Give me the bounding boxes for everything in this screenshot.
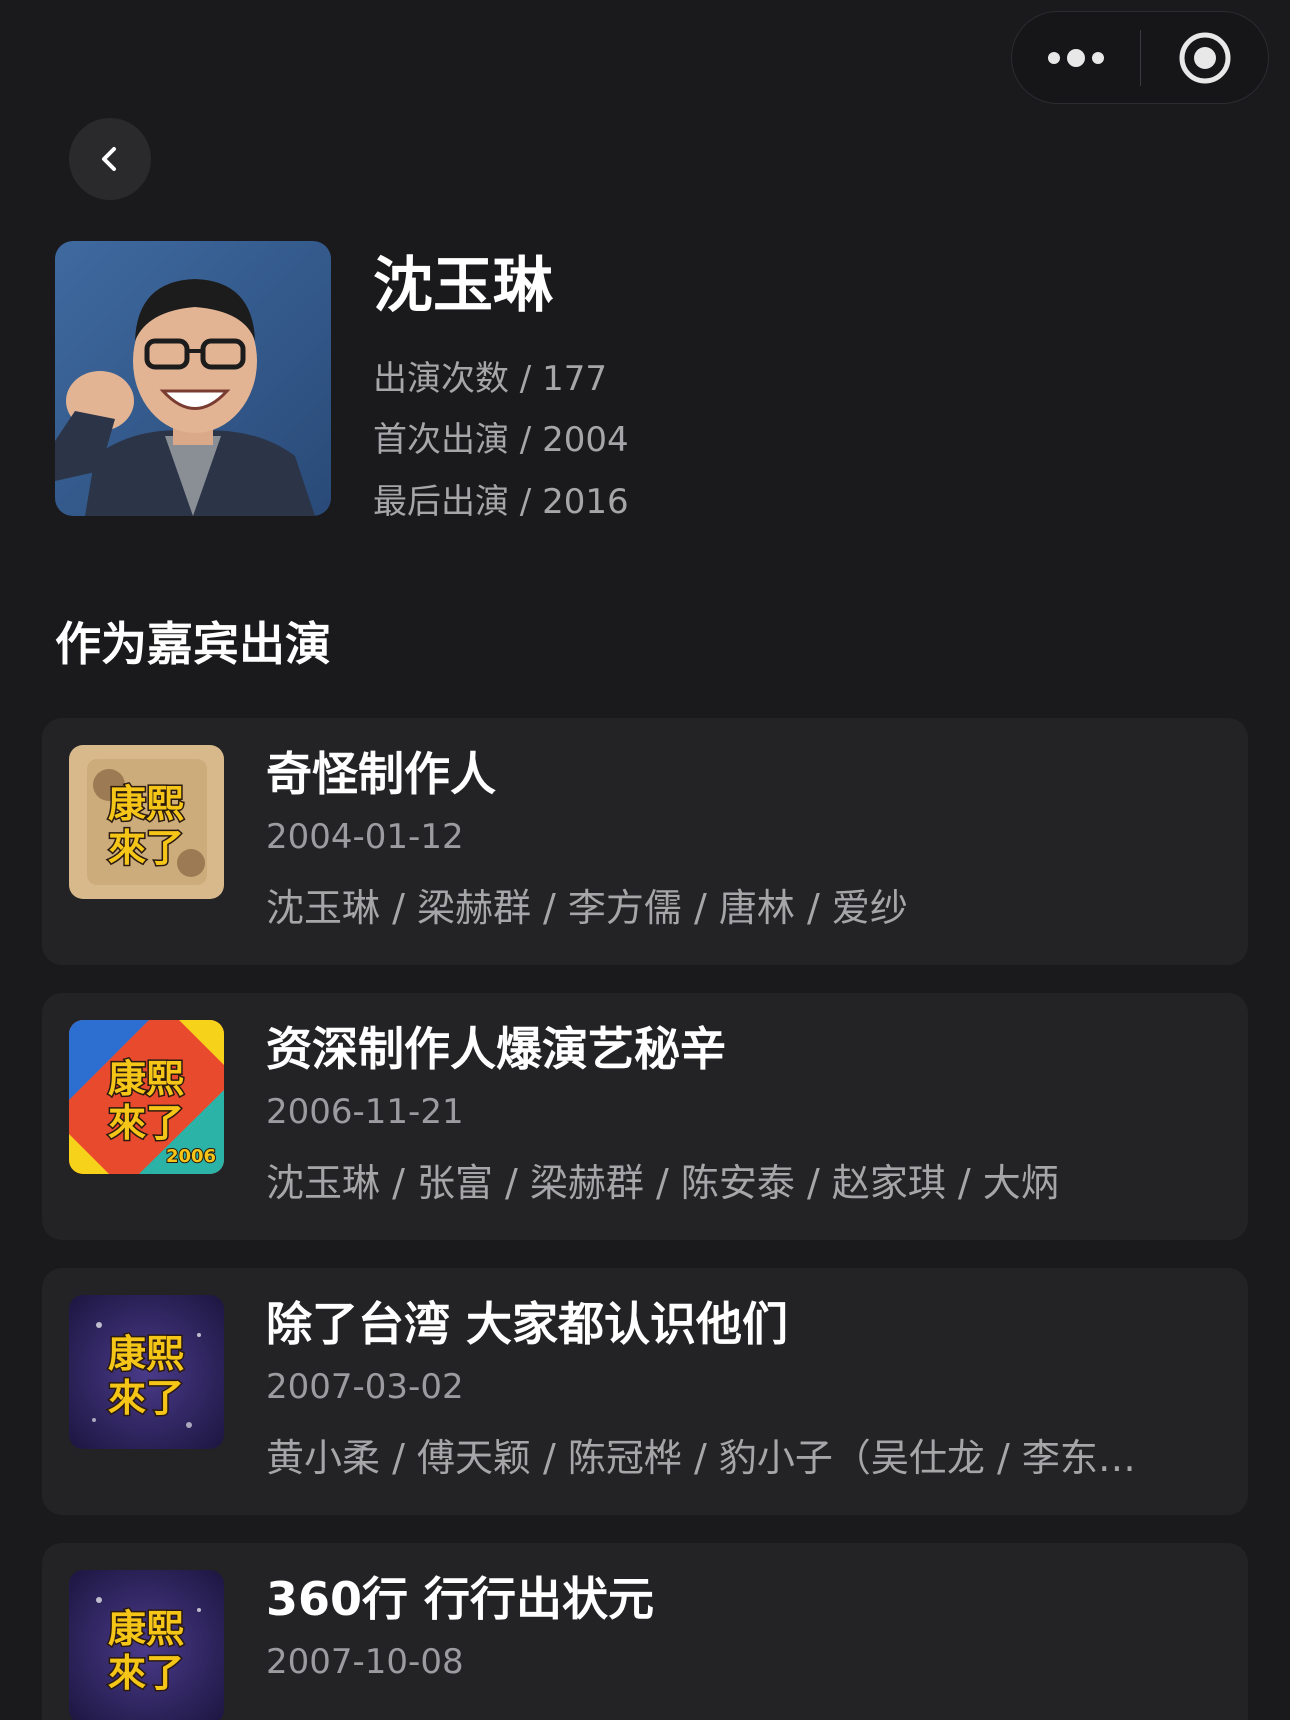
- logo-top-text: 康熙: [108, 1607, 184, 1651]
- mini-program-capsule: [1011, 11, 1269, 104]
- episode-cast: 沈玉琳 / 梁赫群 / 李方儒 / 唐林 / 爱纱: [266, 886, 908, 930]
- close-button[interactable]: [1141, 12, 1268, 103]
- section-title: 作为嘉宾出演: [55, 617, 331, 671]
- episode-card[interactable]: 康熙 來了 2006 资深制作人爆演艺秘辛 2006-11-21 沈玉琳 / 张…: [42, 993, 1248, 1240]
- episode-card[interactable]: 康熙 來了 除了台湾 大家都认识他们 2007-03-02 黄小柔 / 傅天颖 …: [42, 1268, 1248, 1515]
- logo-top-text: 康熙: [108, 1057, 184, 1101]
- logo-top-text: 康熙: [108, 1332, 184, 1376]
- episode-title: 除了台湾 大家都认识他们: [266, 1297, 789, 1351]
- episode-date: 2007-10-08: [266, 1642, 464, 1682]
- appearance-count: 出演次数 / 177: [373, 359, 607, 399]
- logo-bottom-text: 來了: [108, 1376, 184, 1420]
- target-close-icon: [1179, 32, 1230, 83]
- episode-title: 360行 行行出状元: [266, 1572, 655, 1626]
- actor-avatar: [55, 241, 331, 516]
- actor-name: 沈玉琳: [373, 251, 553, 321]
- episode-date: 2006-11-21: [266, 1092, 464, 1132]
- more-button[interactable]: [1012, 12, 1140, 103]
- last-appearance: 最后出演 / 2016: [373, 482, 629, 522]
- episode-thumbnail: 康熙 來了 2006: [69, 1020, 224, 1174]
- episode-title: 奇怪制作人: [266, 747, 496, 801]
- episode-card[interactable]: 康熙 來了 360行 行行出状元 2007-10-08: [42, 1543, 1248, 1720]
- logo-top-text: 康熙: [108, 782, 184, 826]
- episode-date: 2007-03-02: [266, 1367, 464, 1407]
- episode-cast: 黄小柔 / 傅天颖 / 陈冠桦 / 豹小子（吴仕龙 / 李东…: [266, 1436, 1136, 1480]
- episode-thumbnail: 康熙 來了: [69, 1570, 224, 1720]
- episode-title: 资深制作人爆演艺秘辛: [266, 1022, 726, 1076]
- episode-date: 2004-01-12: [266, 817, 464, 857]
- actor-detail-page: 沈玉琳 出演次数 / 177 首次出演 / 2004 最后出演 / 2016 作…: [0, 0, 1290, 1720]
- logo-bottom-text: 來了: [108, 1651, 184, 1695]
- episode-thumbnail: 康熙 來了: [69, 1295, 224, 1449]
- back-button[interactable]: [69, 118, 151, 200]
- episode-card[interactable]: 康熙 來了 奇怪制作人 2004-01-12 沈玉琳 / 梁赫群 / 李方儒 /…: [42, 718, 1248, 965]
- logo-bottom-text: 來了: [108, 1101, 184, 1145]
- more-dots-icon: [1048, 48, 1104, 67]
- logo-bottom-text: 來了: [108, 826, 184, 870]
- first-appearance: 首次出演 / 2004: [373, 420, 629, 460]
- episode-cast: 沈玉琳 / 张富 / 梁赫群 / 陈安泰 / 赵家琪 / 大炳: [266, 1161, 1059, 1205]
- episode-thumbnail: 康熙 來了: [69, 745, 224, 899]
- logo-year-text: 2006: [166, 1146, 216, 1167]
- chevron-left-icon: [102, 147, 116, 171]
